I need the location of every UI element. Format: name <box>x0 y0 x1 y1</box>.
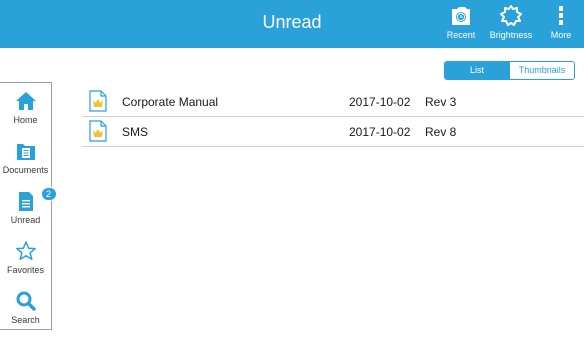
sidebar-item-search[interactable]: Search <box>0 285 51 331</box>
unread-icon-wrap: 2 <box>14 187 57 212</box>
document-crown-icon <box>89 120 107 142</box>
search-icon <box>16 291 36 311</box>
recent-button[interactable]: Recent <box>446 3 476 45</box>
star-icon <box>15 241 36 261</box>
document-row[interactable]: SMS 2017-10-02 Rev 8 <box>82 117 584 147</box>
sidebar-item-label: Unread <box>10 215 41 225</box>
document-list: Corporate Manual 2017-10-02 Rev 3 SMS 20… <box>82 87 584 147</box>
brightness-button[interactable]: Brightness <box>486 3 536 45</box>
more-dots-icon <box>559 6 563 25</box>
app-window: Unread Recent Brightness More Home Docum… <box>0 0 584 347</box>
recent-label: Recent <box>446 30 476 40</box>
sidebar-item-documents[interactable]: Documents <box>0 135 51 181</box>
brightness-label: Brightness <box>489 30 533 40</box>
document-name: Corporate Manual <box>122 95 219 109</box>
sidebar: Home Documents 2 Unread Favorites Search <box>0 82 57 331</box>
document-revision: Rev 8 <box>425 125 457 139</box>
document-revision: Rev 3 <box>425 95 457 109</box>
document-date: 2017-10-02 <box>349 95 411 109</box>
document-name: SMS <box>122 125 149 139</box>
more-button[interactable]: More <box>546 3 576 45</box>
sidebar-item-unread[interactable]: 2 Unread <box>0 185 57 231</box>
sidebar-item-home[interactable]: Home <box>0 85 51 131</box>
sidebar-item-label: Search <box>11 315 40 325</box>
document-date: 2017-10-02 <box>349 125 411 139</box>
view-toggle: List Thumbnails <box>444 61 575 80</box>
sidebar-item-favorites[interactable]: Favorites <box>0 235 51 281</box>
sidebar-item-label: Home <box>13 115 38 125</box>
home-icon <box>15 92 36 110</box>
document-crown-icon <box>89 90 107 112</box>
top-bar: Unread Recent Brightness More <box>0 0 584 48</box>
more-label: More <box>550 30 572 40</box>
brightness-gear-icon <box>500 5 522 26</box>
thumbnails-view-button[interactable]: Thumbnails <box>509 62 574 79</box>
sidebar-item-label: Favorites <box>6 265 44 275</box>
sidebar-item-label: Documents <box>2 165 49 175</box>
list-view-button[interactable]: List <box>445 62 509 79</box>
unread-document-icon <box>18 192 33 211</box>
recent-clock-icon <box>452 7 470 25</box>
documents-icon <box>16 144 35 160</box>
unread-count-badge: 2 <box>40 187 57 201</box>
document-row[interactable]: Corporate Manual 2017-10-02 Rev 3 <box>82 87 584 117</box>
